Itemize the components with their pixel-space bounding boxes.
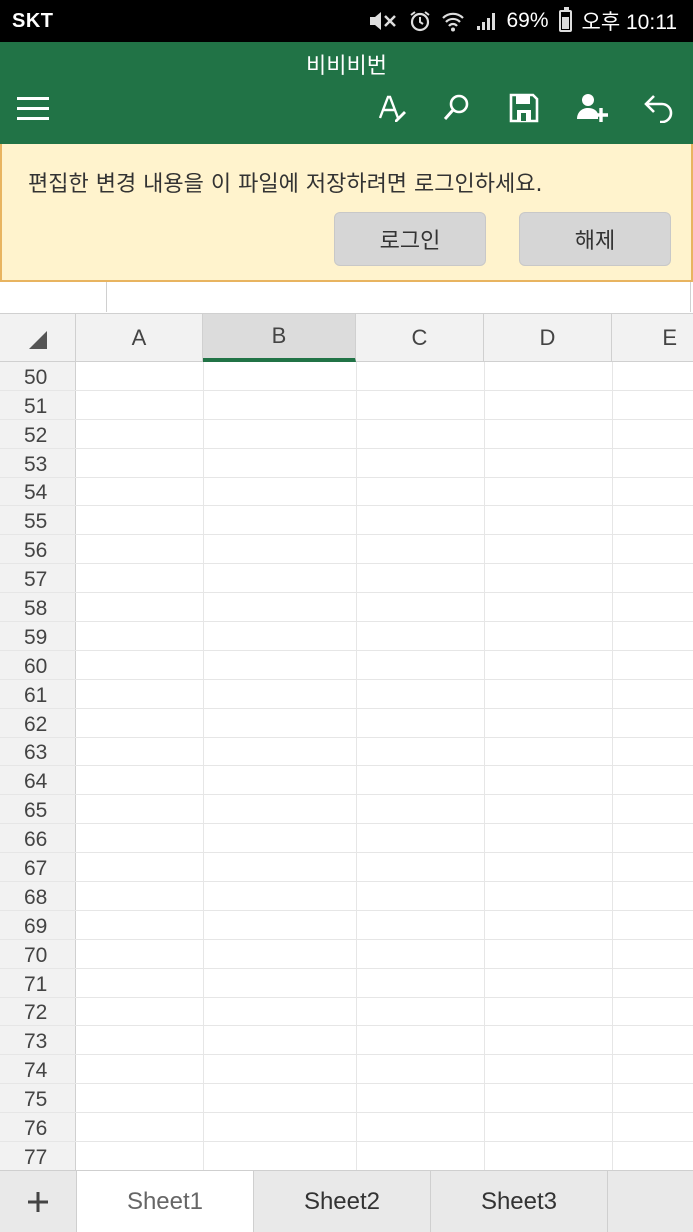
- table-row[interactable]: 74: [0, 1055, 693, 1085]
- status-icons: 69% 오후 10:11: [367, 6, 677, 36]
- table-row[interactable]: 61: [0, 679, 693, 709]
- table-row[interactable]: 52: [0, 419, 693, 449]
- row-header[interactable]: 67: [0, 853, 76, 882]
- plus-icon: [28, 1192, 48, 1212]
- row-header[interactable]: 61: [0, 679, 76, 708]
- battery-icon: [558, 7, 572, 32]
- column-header-e[interactable]: E: [612, 314, 693, 362]
- row-header[interactable]: 63: [0, 737, 76, 766]
- document-title[interactable]: 비비비번: [0, 48, 693, 80]
- table-row[interactable]: 72: [0, 997, 693, 1027]
- table-row[interactable]: 68: [0, 882, 693, 911]
- dismiss-button[interactable]: 해제: [519, 212, 671, 266]
- login-button[interactable]: 로그인: [334, 212, 486, 266]
- table-row[interactable]: 58: [0, 593, 693, 623]
- row-header[interactable]: 54: [0, 477, 76, 506]
- row-header[interactable]: 70: [0, 939, 76, 968]
- table-row[interactable]: 59: [0, 622, 693, 651]
- row-header[interactable]: 59: [0, 622, 76, 650]
- carrier-label: SKT: [12, 9, 54, 32]
- row-header[interactable]: 51: [0, 390, 76, 419]
- row-header[interactable]: 50: [0, 362, 76, 390]
- banner-message: 편집한 변경 내용을 이 파일에 저장하려면 로그인하세요.: [28, 172, 543, 197]
- table-row[interactable]: 75: [0, 1084, 693, 1114]
- table-row[interactable]: 64: [0, 766, 693, 796]
- row-header[interactable]: 73: [0, 1026, 76, 1055]
- share-user-icon[interactable]: [574, 90, 610, 126]
- battery-percent: 69%: [506, 9, 549, 32]
- row-header[interactable]: 68: [0, 882, 76, 910]
- clock: 오후 10:11: [581, 11, 677, 34]
- table-row[interactable]: 55: [0, 506, 693, 536]
- table-row[interactable]: 63: [0, 737, 693, 767]
- table-row[interactable]: 57: [0, 564, 693, 594]
- column-header-d[interactable]: D: [484, 314, 612, 362]
- app-header: 비비비번: [0, 42, 693, 144]
- row-header[interactable]: 69: [0, 910, 76, 939]
- sheet-tab-3[interactable]: Sheet3: [431, 1171, 608, 1232]
- table-row[interactable]: 70: [0, 939, 693, 969]
- undo-icon[interactable]: [641, 90, 677, 126]
- row-header[interactable]: 57: [0, 564, 76, 593]
- column-header-row: A B C D E: [0, 314, 693, 362]
- row-header[interactable]: 74: [0, 1055, 76, 1084]
- formula-bar: [0, 282, 693, 314]
- row-header[interactable]: 58: [0, 593, 76, 622]
- row-header[interactable]: 53: [0, 448, 76, 477]
- add-sheet-button[interactable]: [0, 1171, 77, 1232]
- table-row[interactable]: 69: [0, 910, 693, 940]
- table-row[interactable]: 65: [0, 795, 693, 825]
- sheet-tab-bar: Sheet1 Sheet2 Sheet3: [0, 1170, 693, 1232]
- table-row[interactable]: 50: [0, 362, 693, 391]
- table-row[interactable]: 71: [0, 968, 693, 998]
- row-header[interactable]: 65: [0, 795, 76, 824]
- sheet-tab-2[interactable]: Sheet2: [254, 1171, 431, 1232]
- row-header[interactable]: 75: [0, 1084, 76, 1113]
- table-row[interactable]: 54: [0, 477, 693, 507]
- row-header[interactable]: 56: [0, 535, 76, 564]
- table-row[interactable]: 60: [0, 650, 693, 680]
- name-box[interactable]: [0, 282, 106, 312]
- font-format-icon[interactable]: [374, 90, 410, 126]
- menu-icon[interactable]: [17, 97, 49, 121]
- spreadsheet-grid[interactable]: A B C D E 50 51 52 53 54 55 56 57 58 59 60 61 62 63 64…: [0, 314, 693, 1170]
- sheet-tab-1[interactable]: Sheet1: [77, 1171, 254, 1232]
- formula-input[interactable]: [107, 282, 690, 312]
- table-row[interactable]: 56: [0, 535, 693, 565]
- table-row[interactable]: 76: [0, 1113, 693, 1143]
- select-all-corner[interactable]: [0, 314, 76, 362]
- table-row[interactable]: 51: [0, 390, 693, 420]
- grid-rows: 50 51 52 53 54 55 56 57 58 59 60 61 62 63 64 65 66 67 68 69…: [0, 362, 693, 1170]
- table-row[interactable]: 67: [0, 853, 693, 883]
- alarm-icon: [409, 10, 431, 32]
- row-header[interactable]: 71: [0, 968, 76, 997]
- table-row[interactable]: 66: [0, 824, 693, 854]
- table-row[interactable]: 62: [0, 708, 693, 738]
- column-header-c[interactable]: C: [356, 314, 484, 362]
- row-header[interactable]: 76: [0, 1113, 76, 1142]
- table-row[interactable]: 53: [0, 448, 693, 478]
- column-header-a[interactable]: A: [76, 314, 203, 362]
- column-header-b[interactable]: B: [203, 314, 356, 362]
- mute-icon: [367, 10, 399, 32]
- signal-icon: [475, 10, 497, 32]
- table-row[interactable]: 73: [0, 1026, 693, 1056]
- row-header[interactable]: 60: [0, 650, 76, 679]
- row-header[interactable]: 62: [0, 708, 76, 737]
- formula-edge: [690, 282, 691, 312]
- row-header[interactable]: 52: [0, 419, 76, 448]
- status-bar: SKT 69% 오후 10:11: [0, 0, 693, 42]
- row-header[interactable]: 77: [0, 1142, 76, 1170]
- row-header[interactable]: 66: [0, 824, 76, 853]
- wifi-icon: [441, 10, 465, 32]
- table-row[interactable]: 77: [0, 1142, 693, 1170]
- login-banner: 편집한 변경 내용을 이 파일에 저장하려면 로그인하세요. 로그인 해제: [0, 144, 693, 282]
- row-header[interactable]: 72: [0, 997, 76, 1026]
- search-icon[interactable]: [438, 90, 474, 126]
- row-header[interactable]: 64: [0, 766, 76, 795]
- save-icon[interactable]: [506, 90, 542, 126]
- row-header[interactable]: 55: [0, 506, 76, 535]
